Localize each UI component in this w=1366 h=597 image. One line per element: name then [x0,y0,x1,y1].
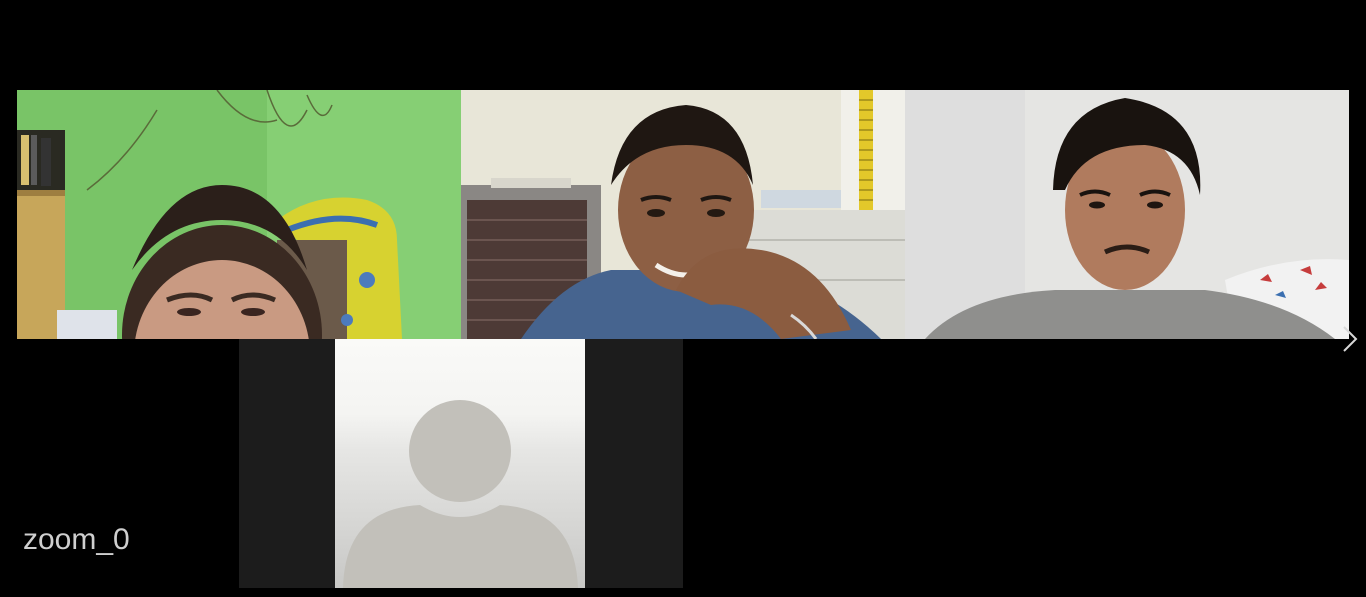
participant-video-tile[interactable] [905,90,1349,339]
chevron-right-icon[interactable] [1340,325,1360,353]
participant-video-tile[interactable] [17,90,461,339]
participant-video-tile[interactable] [461,90,905,339]
participant-video-feed [17,90,461,339]
participant-video-feed [905,90,1349,339]
meeting-name-label: zoom_0 [23,523,130,556]
meeting-window: zoom_0 [0,0,1366,597]
default-avatar-icon [335,339,585,588]
participant-video-feed [461,90,905,339]
participant-avatar-tile[interactable] [239,339,683,588]
